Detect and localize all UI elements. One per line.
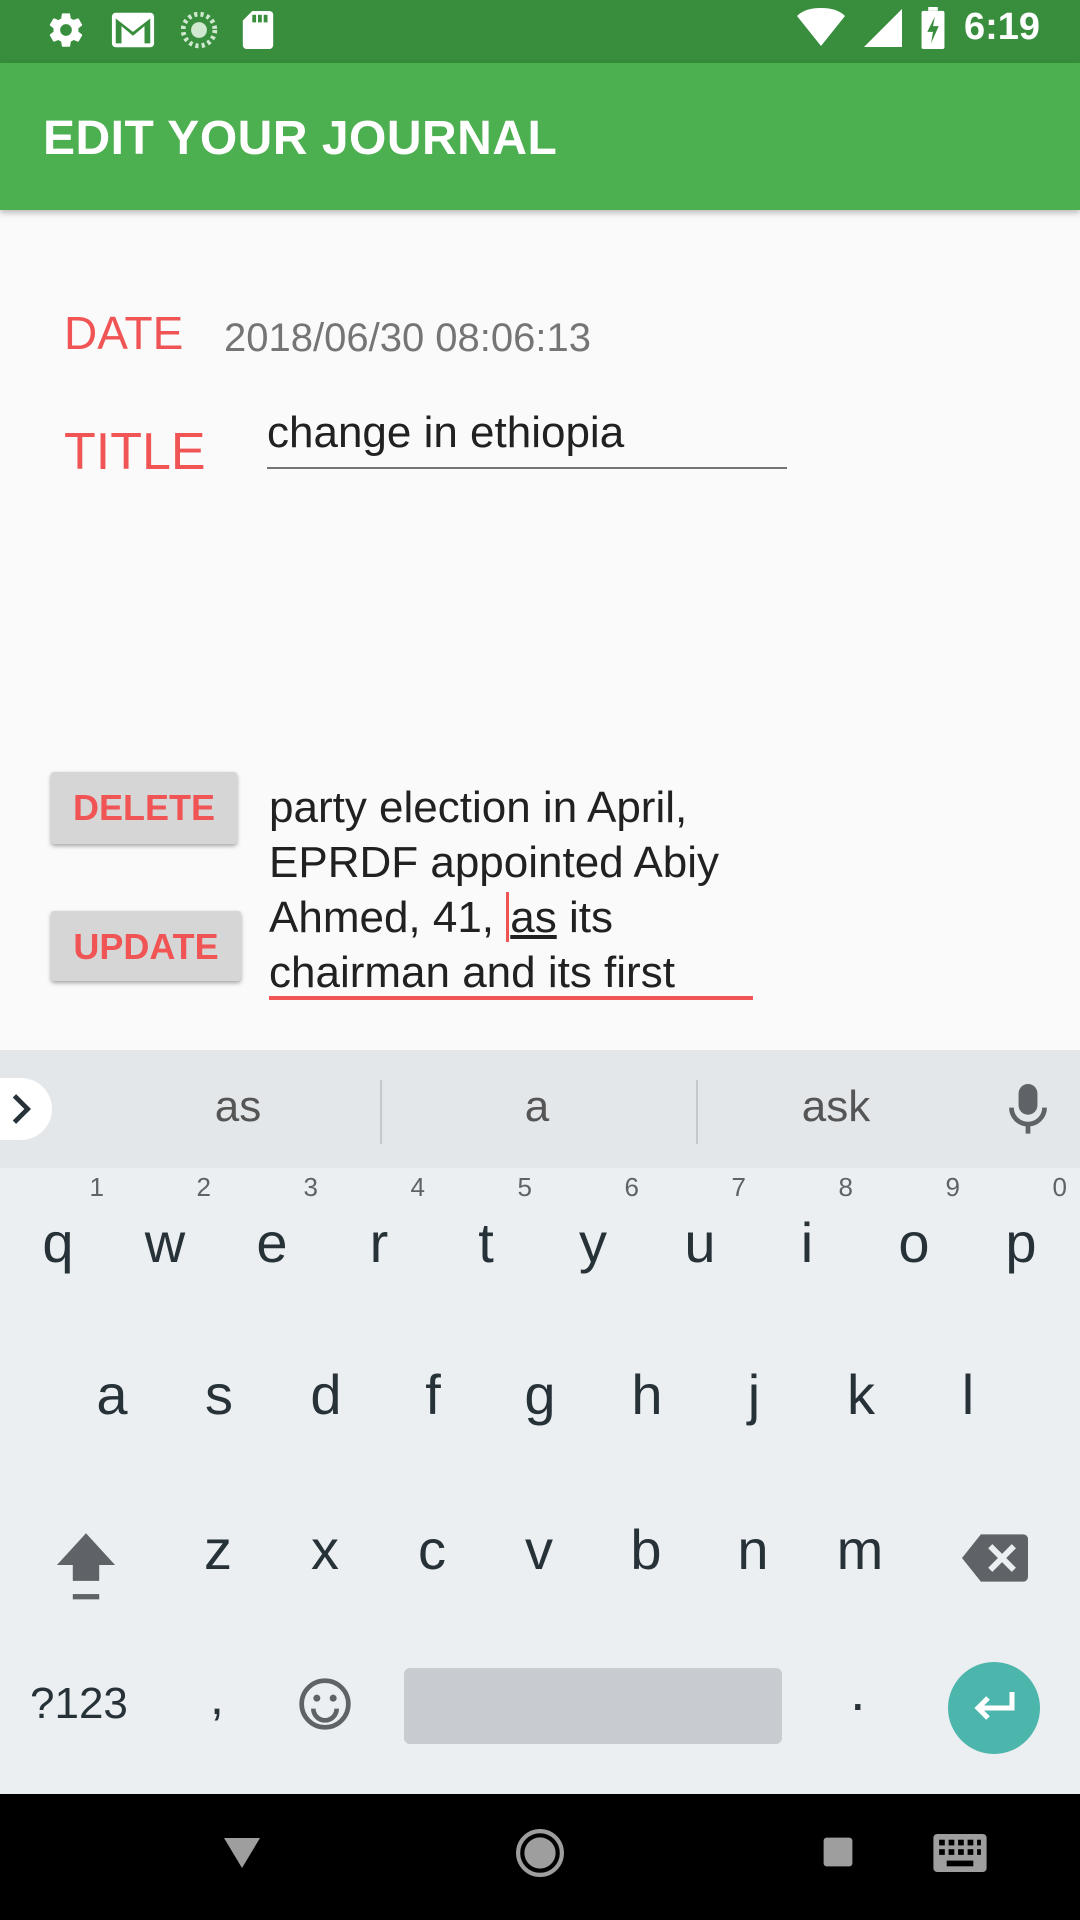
key-k[interactable]: k: [811, 1362, 911, 1427]
key-u[interactable]: 7u: [650, 1172, 750, 1275]
key-a[interactable]: a: [62, 1362, 162, 1427]
emoji-icon[interactable]: [297, 1676, 353, 1737]
sync-icon: [180, 11, 218, 49]
key-w[interactable]: 2w: [115, 1172, 215, 1275]
suggestion-3[interactable]: ask: [736, 1082, 936, 1132]
key-j[interactable]: j: [704, 1362, 804, 1427]
key-b[interactable]: b: [596, 1517, 696, 1582]
settings-icon: [46, 10, 86, 50]
text-cursor: [506, 892, 510, 942]
key-v[interactable]: v: [489, 1517, 589, 1582]
recents-icon[interactable]: [822, 1836, 854, 1873]
key-f[interactable]: f: [383, 1362, 483, 1427]
key-r[interactable]: 4r: [329, 1172, 429, 1275]
space-key[interactable]: [404, 1668, 782, 1744]
app-bar: EDIT YOUR JOURNAL: [0, 63, 1080, 210]
suggestion-divider: [380, 1080, 382, 1144]
date-label: DATE: [64, 307, 184, 359]
battery-charging-icon: [920, 6, 946, 49]
key-m[interactable]: m: [810, 1517, 910, 1582]
keyboard-switch-icon[interactable]: [933, 1834, 987, 1877]
wifi-icon: [796, 7, 846, 48]
backspace-key[interactable]: [962, 1534, 1028, 1587]
key-d[interactable]: d: [276, 1362, 376, 1427]
microphone-icon[interactable]: [1008, 1084, 1048, 1141]
key-i[interactable]: 8i: [757, 1172, 857, 1275]
key-n[interactable]: n: [703, 1517, 803, 1582]
key-l[interactable]: l: [918, 1362, 1018, 1427]
key-o[interactable]: 9o: [864, 1172, 964, 1275]
date-value: 2018/06/30 08:06:13: [224, 316, 592, 360]
composing-word: as: [510, 893, 557, 942]
body-text-before: party election in April, EPRDF appointed…: [269, 784, 720, 942]
journal-body-input[interactable]: party election in April, EPRDF appointed…: [269, 784, 753, 1000]
suggestion-bar: as a ask: [0, 1050, 1080, 1168]
delete-button[interactable]: DELETE: [51, 772, 237, 844]
navigation-bar: [0, 1794, 1080, 1920]
suggestion-divider: [696, 1080, 698, 1144]
period-key[interactable]: .: [850, 1658, 866, 1723]
key-h[interactable]: h: [597, 1362, 697, 1427]
key-c[interactable]: c: [382, 1517, 482, 1582]
soft-keyboard: as a ask 1q 2w 3e 4r 5t 6y 7u 8i 9o 0p a…: [0, 1050, 1080, 1794]
key-e[interactable]: 3e: [222, 1172, 322, 1275]
suggestion-2[interactable]: a: [437, 1082, 637, 1132]
key-z[interactable]: z: [168, 1517, 268, 1582]
key-g[interactable]: g: [490, 1362, 590, 1427]
comma-key[interactable]: ,: [210, 1668, 224, 1726]
clock: 6:19: [963, 6, 1040, 48]
key-x[interactable]: x: [275, 1517, 375, 1582]
status-bar: 6:19: [0, 0, 1080, 63]
symbols-key[interactable]: ?123: [30, 1679, 128, 1729]
shift-key[interactable]: [54, 1528, 118, 1607]
key-t[interactable]: 5t: [436, 1172, 536, 1275]
key-p[interactable]: 0p: [971, 1172, 1071, 1275]
back-icon[interactable]: [222, 1834, 262, 1875]
gmail-icon: [110, 10, 156, 50]
signal-icon: [863, 8, 902, 48]
key-y[interactable]: 6y: [543, 1172, 643, 1275]
suggestion-1[interactable]: as: [138, 1082, 338, 1132]
key-q[interactable]: 1q: [8, 1172, 108, 1275]
title-label: TITLE: [64, 423, 206, 481]
enter-key[interactable]: [948, 1662, 1040, 1754]
key-s[interactable]: s: [169, 1362, 269, 1427]
page-title: EDIT YOUR JOURNAL: [43, 112, 558, 165]
home-icon[interactable]: [515, 1828, 565, 1883]
update-button[interactable]: UPDATE: [51, 911, 241, 981]
title-input[interactable]: change in ethiopia: [267, 407, 787, 469]
sd-card-icon: [242, 11, 274, 49]
expand-suggestions-button[interactable]: [0, 1078, 52, 1140]
